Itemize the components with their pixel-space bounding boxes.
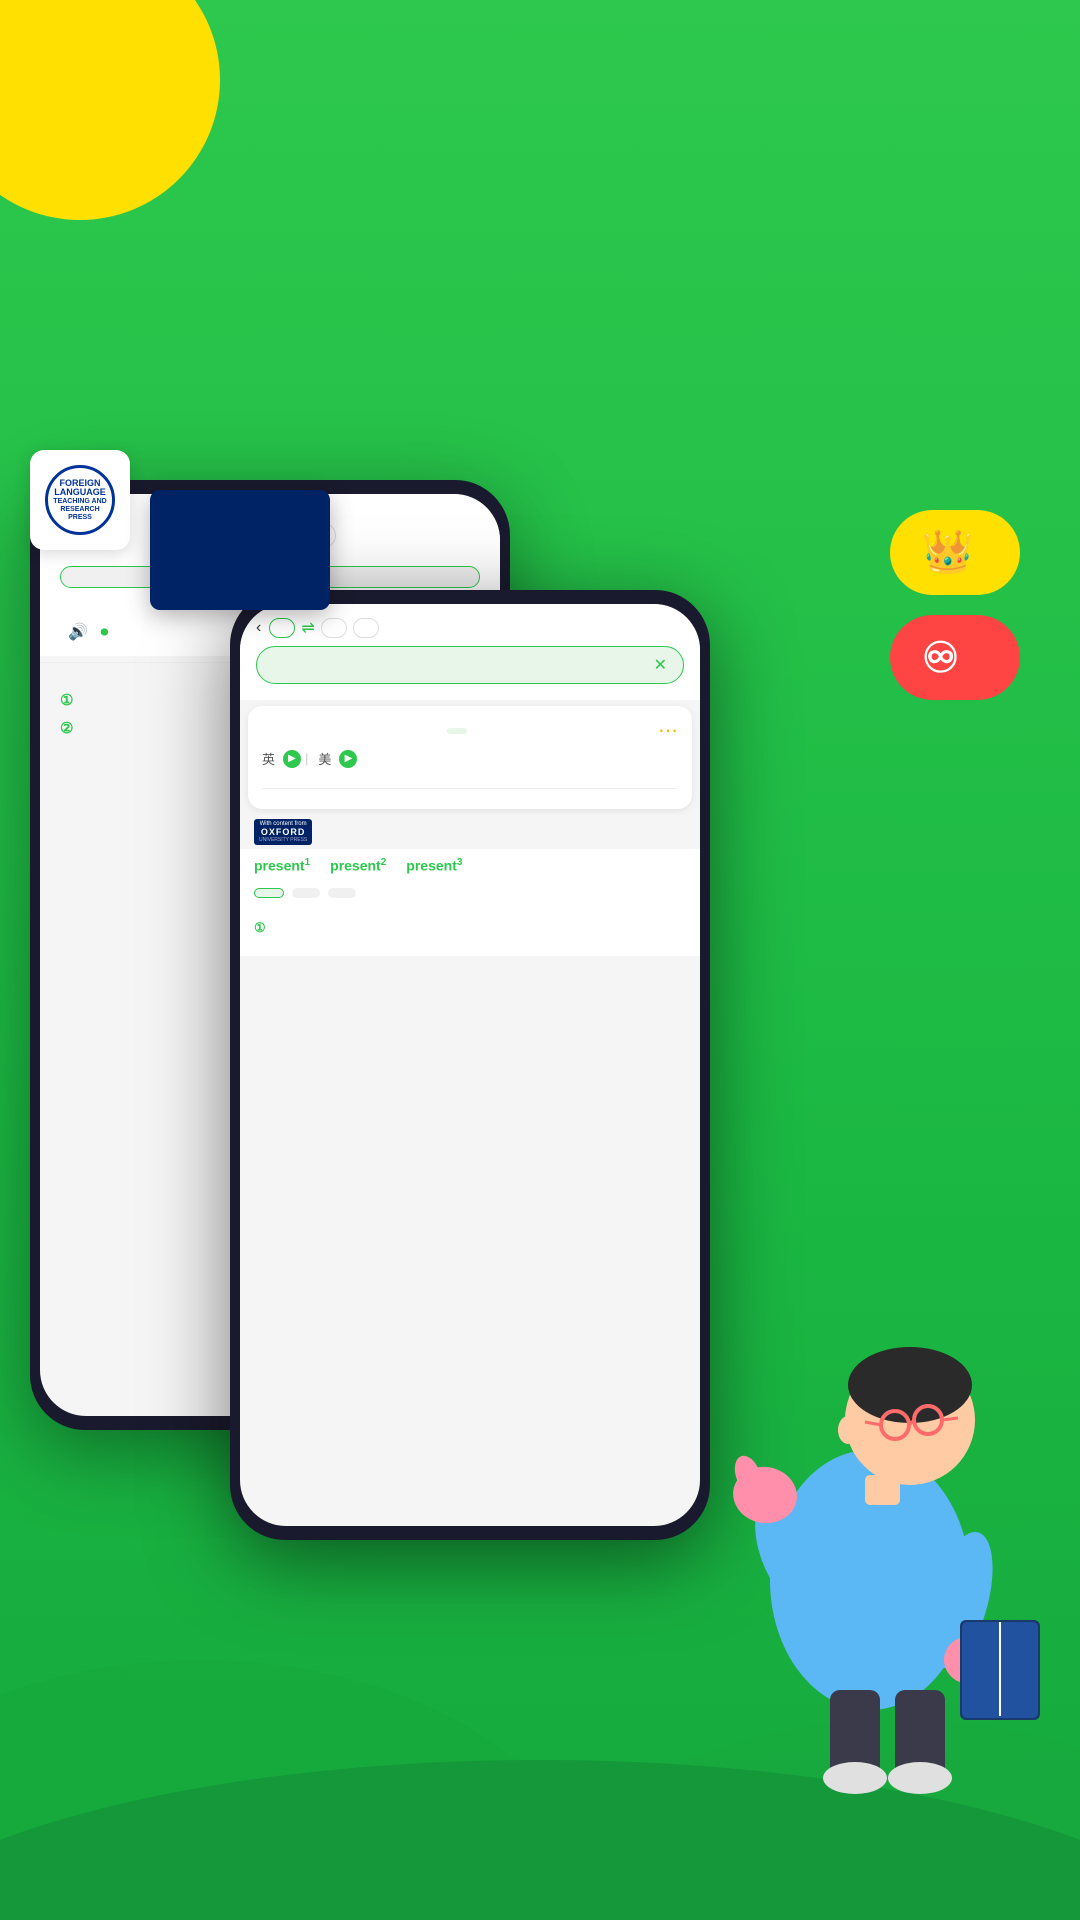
front-bookmark-badge[interactable]	[447, 728, 467, 734]
phone-area: ‹ ⇌ 🔊 ⏺	[30, 480, 770, 1580]
header-area	[0, 160, 1080, 180]
meaning-tab-definition[interactable]	[254, 888, 284, 898]
front-nav-chinese[interactable]	[321, 618, 347, 638]
oxford-stamp	[150, 490, 330, 610]
front-nav-arrow[interactable]: ‹	[256, 619, 261, 637]
front-nav-pills: ⇌	[269, 618, 684, 638]
phone-front: ‹ ⇌ ✕ ⋯	[230, 590, 710, 1540]
character-illustration	[680, 1200, 1060, 1800]
front-nav-medical[interactable]	[353, 618, 379, 638]
present-variants: present1 present2 present3	[240, 849, 700, 882]
meaning-tab-phrases[interactable]	[292, 888, 320, 898]
present-var-3[interactable]: present3	[406, 857, 462, 874]
clear-search-icon[interactable]: ✕	[654, 655, 667, 675]
us-speaker-icon[interactable]: ▶	[339, 750, 357, 768]
front-nav-bar: ‹ ⇌	[256, 618, 684, 638]
front-definition-content: ①	[240, 904, 700, 957]
uk-speaker-icon[interactable]: ▶	[283, 750, 301, 768]
uk-pronunciation: 英 ▶ |	[262, 749, 308, 768]
front-search-bar[interactable]: ✕	[256, 646, 684, 684]
no-membership-badge: 👑	[890, 510, 1020, 595]
oxford-credit-bar: With content from OXFORD UNIVERSITY PRES…	[240, 815, 700, 849]
front-pronunciation: 英 ▶ | 美 ▶	[262, 749, 678, 768]
front-word-tabs	[262, 776, 678, 789]
waiyan-circle: FOREIGN LANGUAGE TEACHING AND RESEARCH P…	[45, 465, 115, 535]
infinity-icon: ♾	[922, 633, 960, 682]
front-word-title-row: ⋯	[262, 718, 678, 743]
front-nav-english[interactable]	[269, 618, 295, 638]
speech-icon-1[interactable]: ⏺	[100, 624, 108, 641]
front-def-num: ①	[254, 918, 686, 939]
more-options-icon[interactable]: ⋯	[658, 718, 678, 743]
present-var-1[interactable]: present1	[254, 857, 310, 874]
meaning-tabs	[240, 882, 700, 904]
present-var-2[interactable]: present2	[330, 857, 386, 874]
sound-icon-1[interactable]: 🔊	[68, 624, 88, 641]
meaning-tab-etymology[interactable]	[328, 888, 356, 898]
oxford-credit-logo: With content from OXFORD UNIVERSITY PRES…	[254, 819, 312, 845]
crown-icon: 👑	[922, 528, 974, 577]
front-word-card: ⋯ 英 ▶ | 美 ▶	[248, 706, 692, 809]
front-nav: ‹ ⇌ ✕	[240, 604, 700, 700]
front-nav-switch[interactable]: ⇌	[301, 618, 314, 638]
phone-front-screen: ‹ ⇌ ✕ ⋯	[240, 604, 700, 1526]
us-pronunciation: 美 ▶	[318, 749, 357, 768]
no-limit-badge: ♾	[890, 615, 1020, 700]
badges-area: 👑 ♾	[890, 510, 1020, 700]
waiyan-logo: FOREIGN LANGUAGE TEACHING AND RESEARCH P…	[30, 450, 130, 550]
